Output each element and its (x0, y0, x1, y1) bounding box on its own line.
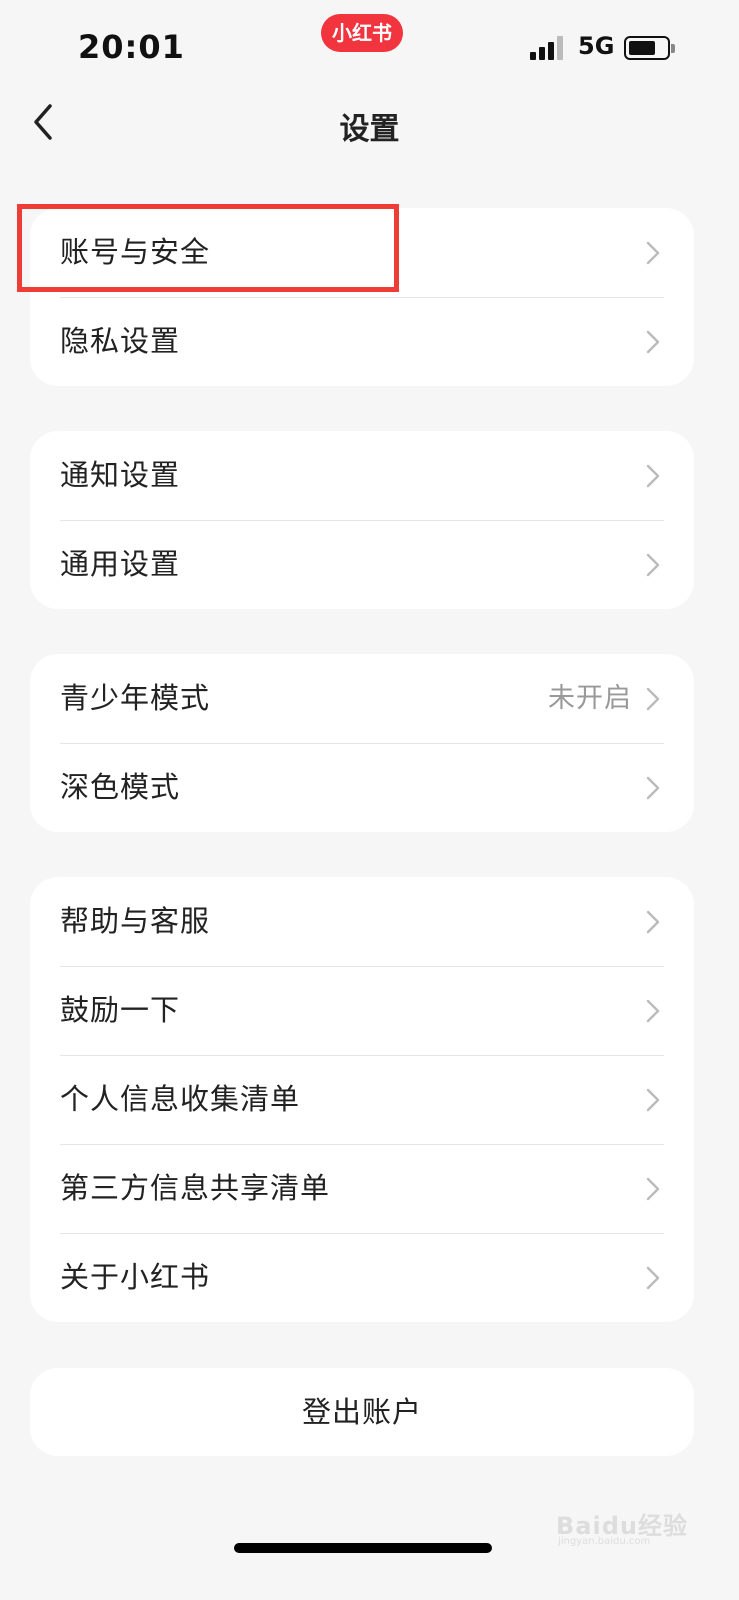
settings-item-label: 深色模式 (60, 770, 181, 804)
settings-item-general[interactable]: 通用设置 (30, 520, 694, 609)
settings-item-label: 个人信息收集清单 (60, 1082, 301, 1116)
network-type: 5G (578, 32, 615, 60)
status-time: 20:01 (78, 28, 185, 66)
settings-item-help[interactable]: 帮助与客服 (30, 877, 694, 966)
settings-item-label: 通知设置 (60, 458, 181, 492)
page-title: 设置 (339, 112, 400, 147)
teen-mode-status: 未开启 (548, 683, 632, 714)
settings-item-notifications[interactable]: 通知设置 (30, 431, 694, 520)
home-indicator[interactable] (234, 1543, 492, 1553)
chevron-right-icon (646, 1088, 660, 1112)
chevron-right-icon (646, 330, 660, 354)
battery-icon (624, 36, 675, 60)
app-badge: 小红书 (321, 14, 403, 52)
highlight-annotation (17, 204, 399, 292)
settings-item-label: 关于小红书 (60, 1260, 211, 1294)
settings-group-notifications: 通知设置 通用设置 (30, 431, 694, 609)
chevron-right-icon (646, 1177, 660, 1201)
chevron-right-icon (646, 464, 660, 488)
settings-item-label: 青少年模式 (60, 681, 211, 715)
settings-item-encourage[interactable]: 鼓励一下 (30, 966, 694, 1055)
chevron-right-icon (646, 241, 660, 265)
logout-button[interactable]: 登出账户 (30, 1368, 694, 1456)
settings-item-privacy[interactable]: 隐私设置 (30, 297, 694, 386)
nav-bar: 设置 (0, 90, 739, 154)
chevron-right-icon (646, 999, 660, 1023)
settings-item-label: 通用设置 (60, 547, 181, 581)
settings-item-label: 第三方信息共享清单 (60, 1171, 331, 1205)
settings-item-third-party-list[interactable]: 第三方信息共享清单 (30, 1144, 694, 1233)
chevron-right-icon (646, 910, 660, 934)
settings-item-personal-info-list[interactable]: 个人信息收集清单 (30, 1055, 694, 1144)
settings-group-modes: 青少年模式 未开启 深色模式 (30, 654, 694, 832)
status-bar: 20:01 小红书 5G (0, 0, 739, 100)
settings-item-label: 鼓励一下 (60, 993, 181, 1027)
settings-item-label: 帮助与客服 (60, 904, 211, 938)
settings-item-label: 隐私设置 (60, 324, 181, 358)
settings-group-about: 帮助与客服 鼓励一下 个人信息收集清单 第三方信息共享清单 关于小红书 (30, 877, 694, 1322)
chevron-right-icon (646, 687, 660, 711)
chevron-right-icon (646, 553, 660, 577)
settings-item-about[interactable]: 关于小红书 (30, 1233, 694, 1322)
logout-label: 登出账户 (301, 1395, 422, 1429)
baidu-watermark: Baidu经验 jingyan.baidu.com (556, 1506, 706, 1547)
settings-item-dark-mode[interactable]: 深色模式 (30, 743, 694, 832)
chevron-right-icon (646, 1266, 660, 1290)
watermark-url: jingyan.baidu.com (558, 1536, 651, 1547)
chevron-right-icon (646, 776, 660, 800)
settings-item-teen-mode[interactable]: 青少年模式 未开启 (30, 654, 694, 743)
signal-icon (530, 36, 566, 60)
